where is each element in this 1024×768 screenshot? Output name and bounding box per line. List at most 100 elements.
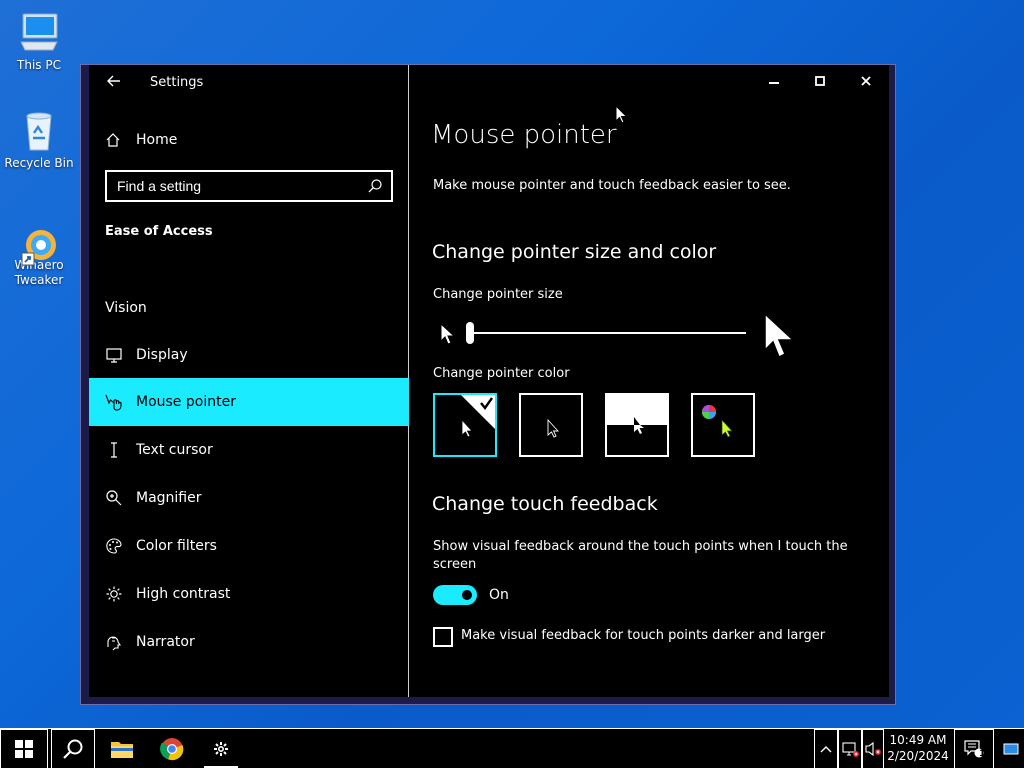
chrome-button[interactable] <box>150 729 194 768</box>
maximize-button[interactable] <box>797 65 843 97</box>
show-desktop-button[interactable] <box>998 729 1024 768</box>
desktop-icon-this-pc[interactable]: This PC <box>1 10 77 73</box>
desktop-icon-winaero-tweaker[interactable]: Winaero Tweaker <box>1 210 77 288</box>
touch-feedback-description-line1: Show visual feedback around the touch po… <box>433 539 848 554</box>
desktop-icon-label: This PC <box>17 58 61 72</box>
mouse-pointer-icon <box>105 393 123 411</box>
white-pointer-swatch-icon <box>461 395 495 438</box>
settings-icon <box>214 742 228 756</box>
sidebar: Settings Home Ease of Access Vision D <box>89 65 409 697</box>
computer-icon <box>17 10 61 54</box>
page-description: Make mouse pointer and touch feedback ea… <box>433 178 791 193</box>
pointer-color-custom[interactable] <box>691 393 755 457</box>
large-pointer-icon <box>764 312 795 359</box>
pointer-color-label: Change pointer color <box>433 366 570 381</box>
slider-thumb[interactable] <box>466 322 474 344</box>
pointer-size-slider[interactable] <box>438 312 798 359</box>
darker-feedback-checkbox[interactable] <box>433 627 453 647</box>
minimize-icon <box>769 82 779 84</box>
content-pane: Mouse pointer Make mouse pointer and tou… <box>410 65 889 697</box>
small-pointer-icon <box>440 323 456 345</box>
chrome-icon <box>160 738 184 761</box>
notification-count-badge: 1 <box>979 749 986 759</box>
home-label: Home <box>136 132 178 148</box>
sidebar-item-label: High contrast <box>136 586 231 602</box>
sidebar-item-display[interactable]: Display <box>89 331 409 379</box>
sidebar-item-high-contrast[interactable]: High contrast <box>89 570 409 618</box>
show-desktop-icon <box>1003 743 1019 755</box>
color-filters-icon <box>105 537 123 555</box>
sidebar-item-label: Color filters <box>136 538 217 554</box>
maximize-icon <box>815 76 825 86</box>
file-explorer-icon <box>111 742 133 758</box>
touch-feedback-description-line2: screen <box>433 557 477 572</box>
toggle-state-label: On <box>489 587 509 603</box>
search-icon[interactable] <box>367 178 383 194</box>
settings-window: Settings Home Ease of Access Vision D <box>80 64 896 705</box>
back-button[interactable] <box>103 73 125 93</box>
high-contrast-icon <box>105 585 123 603</box>
page-title: Mouse pointer <box>431 120 617 150</box>
darker-feedback-label: Make visual feedback for touch points da… <box>461 628 826 643</box>
winaero-tweaker-icon <box>17 210 61 266</box>
group-label-vision: Vision <box>105 300 147 316</box>
pointer-size-label: Change pointer size <box>433 287 563 302</box>
sidebar-item-magnifier[interactable]: Magnifier <box>89 474 409 522</box>
search-input[interactable] <box>107 178 367 194</box>
sidebar-item-label: Display <box>136 347 188 363</box>
inverted-pointer-swatch-icon <box>607 395 667 455</box>
close-icon <box>861 76 871 86</box>
back-arrow-icon <box>107 75 120 87</box>
sidebar-item-narrator[interactable]: Narrator <box>89 618 409 666</box>
search-icon <box>63 739 83 759</box>
search-button[interactable] <box>51 729 95 768</box>
section-heading-size-color: Change pointer size and color <box>432 241 717 263</box>
taskbar: 10:49 AM 2/20/2024 1 <box>0 728 1024 768</box>
display-icon <box>105 346 123 364</box>
desktop-icon-recycle-bin[interactable]: Recycle Bin <box>1 108 77 171</box>
clock-date: 2/20/2024 <box>887 749 949 763</box>
slider-track[interactable] <box>468 332 746 334</box>
touch-feedback-toggle[interactable] <box>433 585 477 605</box>
file-explorer-button[interactable] <box>100 729 144 768</box>
toggle-knob <box>462 590 472 600</box>
text-cursor-icon <box>105 441 123 459</box>
pointer-color-black[interactable] <box>519 393 583 457</box>
sidebar-item-text-cursor[interactable]: Text cursor <box>89 426 409 474</box>
home-icon <box>105 132 121 148</box>
custom-pointer-swatch-icon <box>702 405 733 438</box>
window-body: Settings Home Ease of Access Vision D <box>89 65 889 697</box>
section-heading-touch-feedback: Change touch feedback <box>432 493 658 515</box>
action-center-button[interactable]: 1 <box>954 729 994 768</box>
start-button[interactable] <box>0 729 48 768</box>
pointer-color-white[interactable] <box>433 393 497 457</box>
sidebar-home[interactable]: Home <box>105 129 177 151</box>
show-hidden-icons-button[interactable] <box>814 729 838 768</box>
black-pointer-swatch-icon <box>547 418 560 438</box>
minimize-button[interactable] <box>751 65 797 97</box>
search-box[interactable] <box>105 170 393 202</box>
narrator-icon <box>105 633 123 651</box>
system-clock[interactable]: 10:49 AM 2/20/2024 <box>886 732 950 764</box>
sidebar-item-color-filters[interactable]: Color filters <box>89 522 409 570</box>
clock-time: 10:49 AM <box>889 733 947 747</box>
sidebar-item-label: Mouse pointer <box>136 394 236 410</box>
sidebar-item-label: Text cursor <box>136 442 213 458</box>
close-button[interactable] <box>843 65 889 97</box>
pointer-color-inverted[interactable] <box>605 393 669 457</box>
chevron-up-icon <box>820 746 832 753</box>
settings-taskbar-button[interactable] <box>200 729 242 768</box>
network-button[interactable] <box>838 729 862 768</box>
mouse-cursor-icon <box>615 105 628 124</box>
magnifier-icon <box>105 489 123 507</box>
start-icon <box>15 740 33 758</box>
sidebar-item-label: Magnifier <box>136 490 202 506</box>
recycle-bin-icon <box>17 108 61 152</box>
sidebar-item-mouse-pointer[interactable]: Mouse pointer <box>89 378 409 426</box>
sidebar-item-label: Narrator <box>136 634 195 650</box>
volume-button[interactable] <box>862 729 884 768</box>
volume-muted-icon <box>865 741 881 757</box>
network-icon <box>842 742 859 757</box>
category-heading: Ease of Access <box>105 224 213 239</box>
app-title: Settings <box>150 75 204 90</box>
